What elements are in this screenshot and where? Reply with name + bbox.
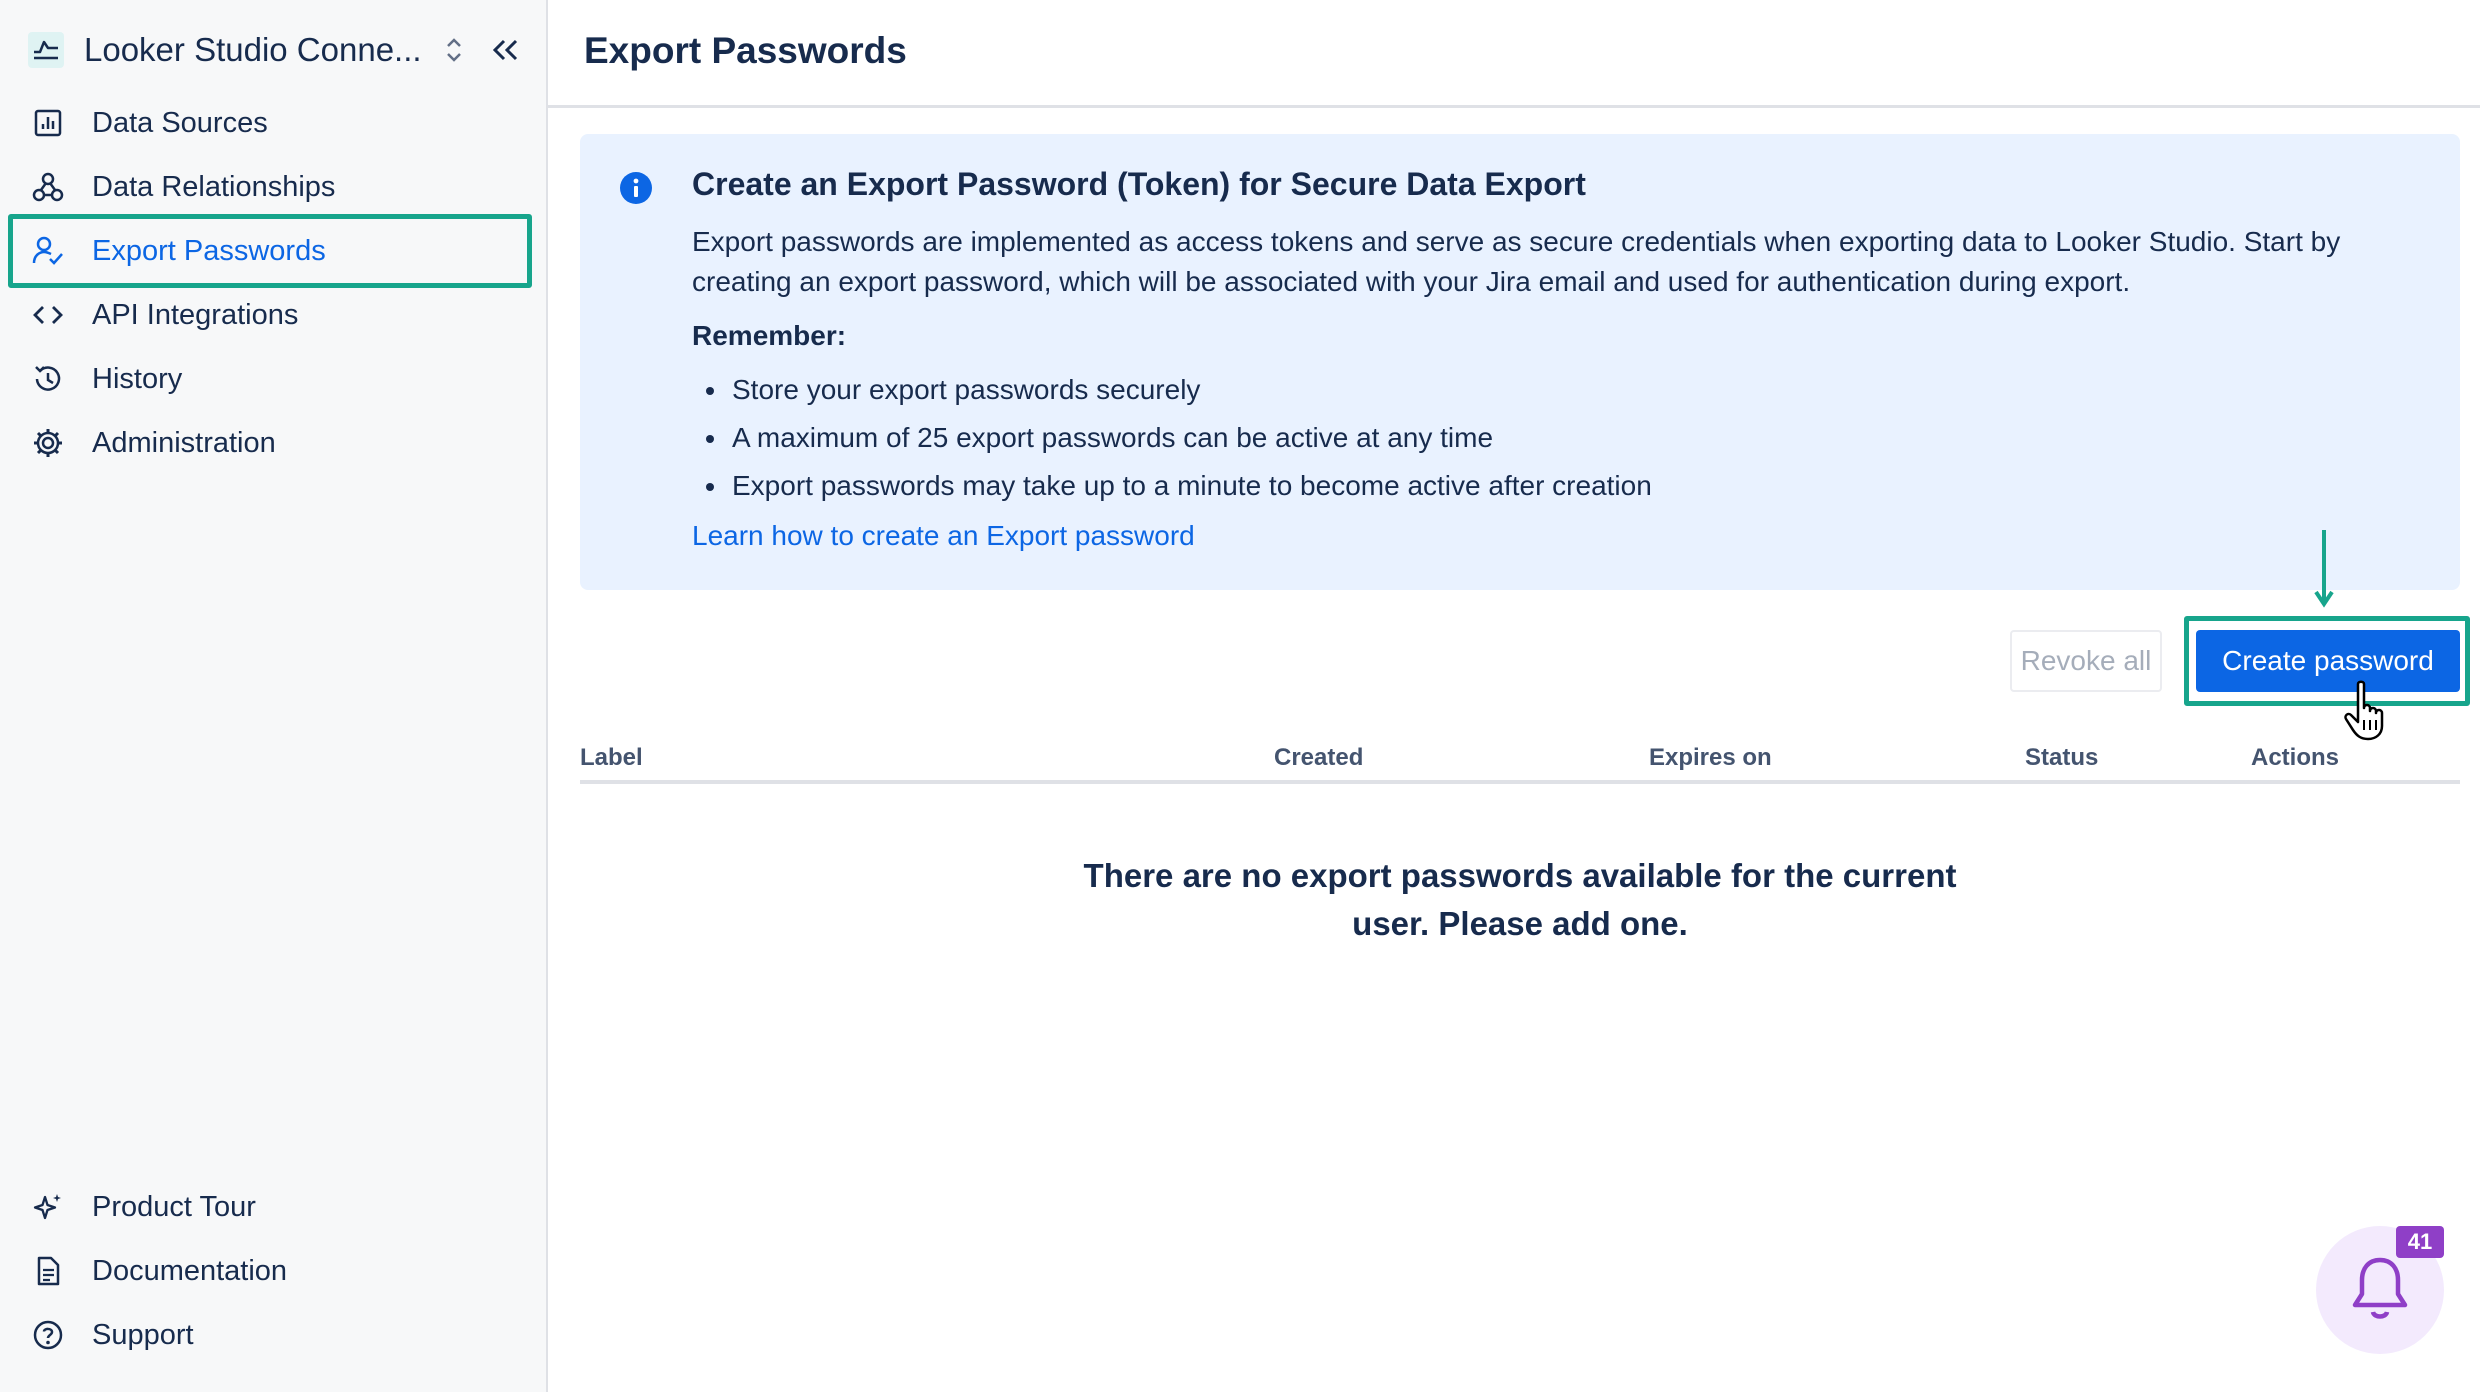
arrow-down-icon (2312, 528, 2336, 608)
revoke-all-button[interactable]: Revoke all (2010, 630, 2162, 692)
column-header-expires-on[interactable]: Expires on (1649, 744, 1772, 772)
info-panel: Create an Export Password (Token) for Se… (580, 134, 2460, 590)
list-item: A maximum of 25 export passwords can be … (692, 414, 1652, 462)
sidebar-item-history[interactable]: History (10, 350, 530, 408)
learn-more-link[interactable]: Learn how to create an Export password (692, 520, 1195, 552)
document-icon (30, 1253, 66, 1289)
sidebar: Looker Studio Conne... Data Sources Data… (0, 0, 548, 1392)
bell-icon (2346, 1254, 2414, 1326)
relationships-icon (30, 169, 66, 205)
table-header: Label Created Expires on Status Actions (580, 740, 2460, 784)
sidebar-item-label: Support (92, 1318, 194, 1351)
sidebar-item-api-integrations[interactable]: API Integrations (10, 286, 530, 344)
list-item: Store your export passwords securely (692, 366, 1652, 414)
collapse-sidebar-icon[interactable] (488, 32, 524, 68)
column-header-label[interactable]: Label (580, 744, 643, 772)
history-icon (30, 361, 66, 397)
app-root: Looker Studio Conne... Data Sources Data… (0, 0, 2480, 1392)
sidebar-item-support[interactable]: Support (10, 1306, 530, 1364)
column-header-created[interactable]: Created (1274, 744, 1363, 772)
bar-chart-icon (30, 105, 66, 141)
sidebar-item-label: API Integrations (92, 298, 299, 331)
sidebar-item-data-relationships[interactable]: Data Relationships (10, 158, 530, 216)
empty-state-message: There are no export passwords available … (1083, 857, 1957, 942)
create-password-button[interactable]: Create password (2196, 630, 2460, 692)
sidebar-item-label: Data Sources (92, 106, 268, 139)
code-icon (30, 297, 66, 333)
page-header: Export Passwords (548, 0, 2480, 108)
sidebar-item-label: Data Relationships (92, 170, 336, 203)
help-icon (30, 1317, 66, 1353)
info-title: Create an Export Password (Token) for Se… (692, 166, 1586, 202)
info-icon (618, 170, 654, 206)
column-header-status[interactable]: Status (2025, 744, 2098, 772)
app-logo-icon (24, 28, 68, 72)
sparkle-icon (30, 1189, 66, 1225)
sidebar-item-product-tour[interactable]: Product Tour (10, 1178, 530, 1236)
sidebar-item-administration[interactable]: Administration (10, 414, 530, 472)
selected-item-highlight (8, 214, 532, 288)
sidebar-item-documentation[interactable]: Documentation (10, 1242, 530, 1300)
list-item: Export passwords may take up to a minute… (692, 462, 1652, 510)
app-switcher[interactable]: Looker Studio Conne... (24, 22, 524, 78)
chevron-up-down-icon[interactable] (442, 32, 466, 68)
sidebar-item-label: Documentation (92, 1254, 288, 1287)
page-title: Export Passwords (584, 30, 907, 71)
sidebar-item-data-sources[interactable]: Data Sources (10, 94, 530, 152)
column-header-actions: Actions (2251, 744, 2340, 771)
sidebar-item-label: Administration (92, 426, 276, 459)
info-description: Export passwords are implemented as acce… (692, 226, 2341, 297)
sidebar-item-label: Product Tour (92, 1190, 256, 1223)
notification-count-badge: 41 (2396, 1226, 2444, 1258)
remember-list: Store your export passwords securely A m… (692, 366, 1652, 510)
gear-icon (30, 425, 66, 461)
app-title: Looker Studio Conne... (84, 31, 422, 68)
sidebar-item-label: History (92, 362, 183, 395)
hand-cursor-icon (2342, 680, 2398, 742)
remember-label: Remember: (692, 320, 847, 351)
